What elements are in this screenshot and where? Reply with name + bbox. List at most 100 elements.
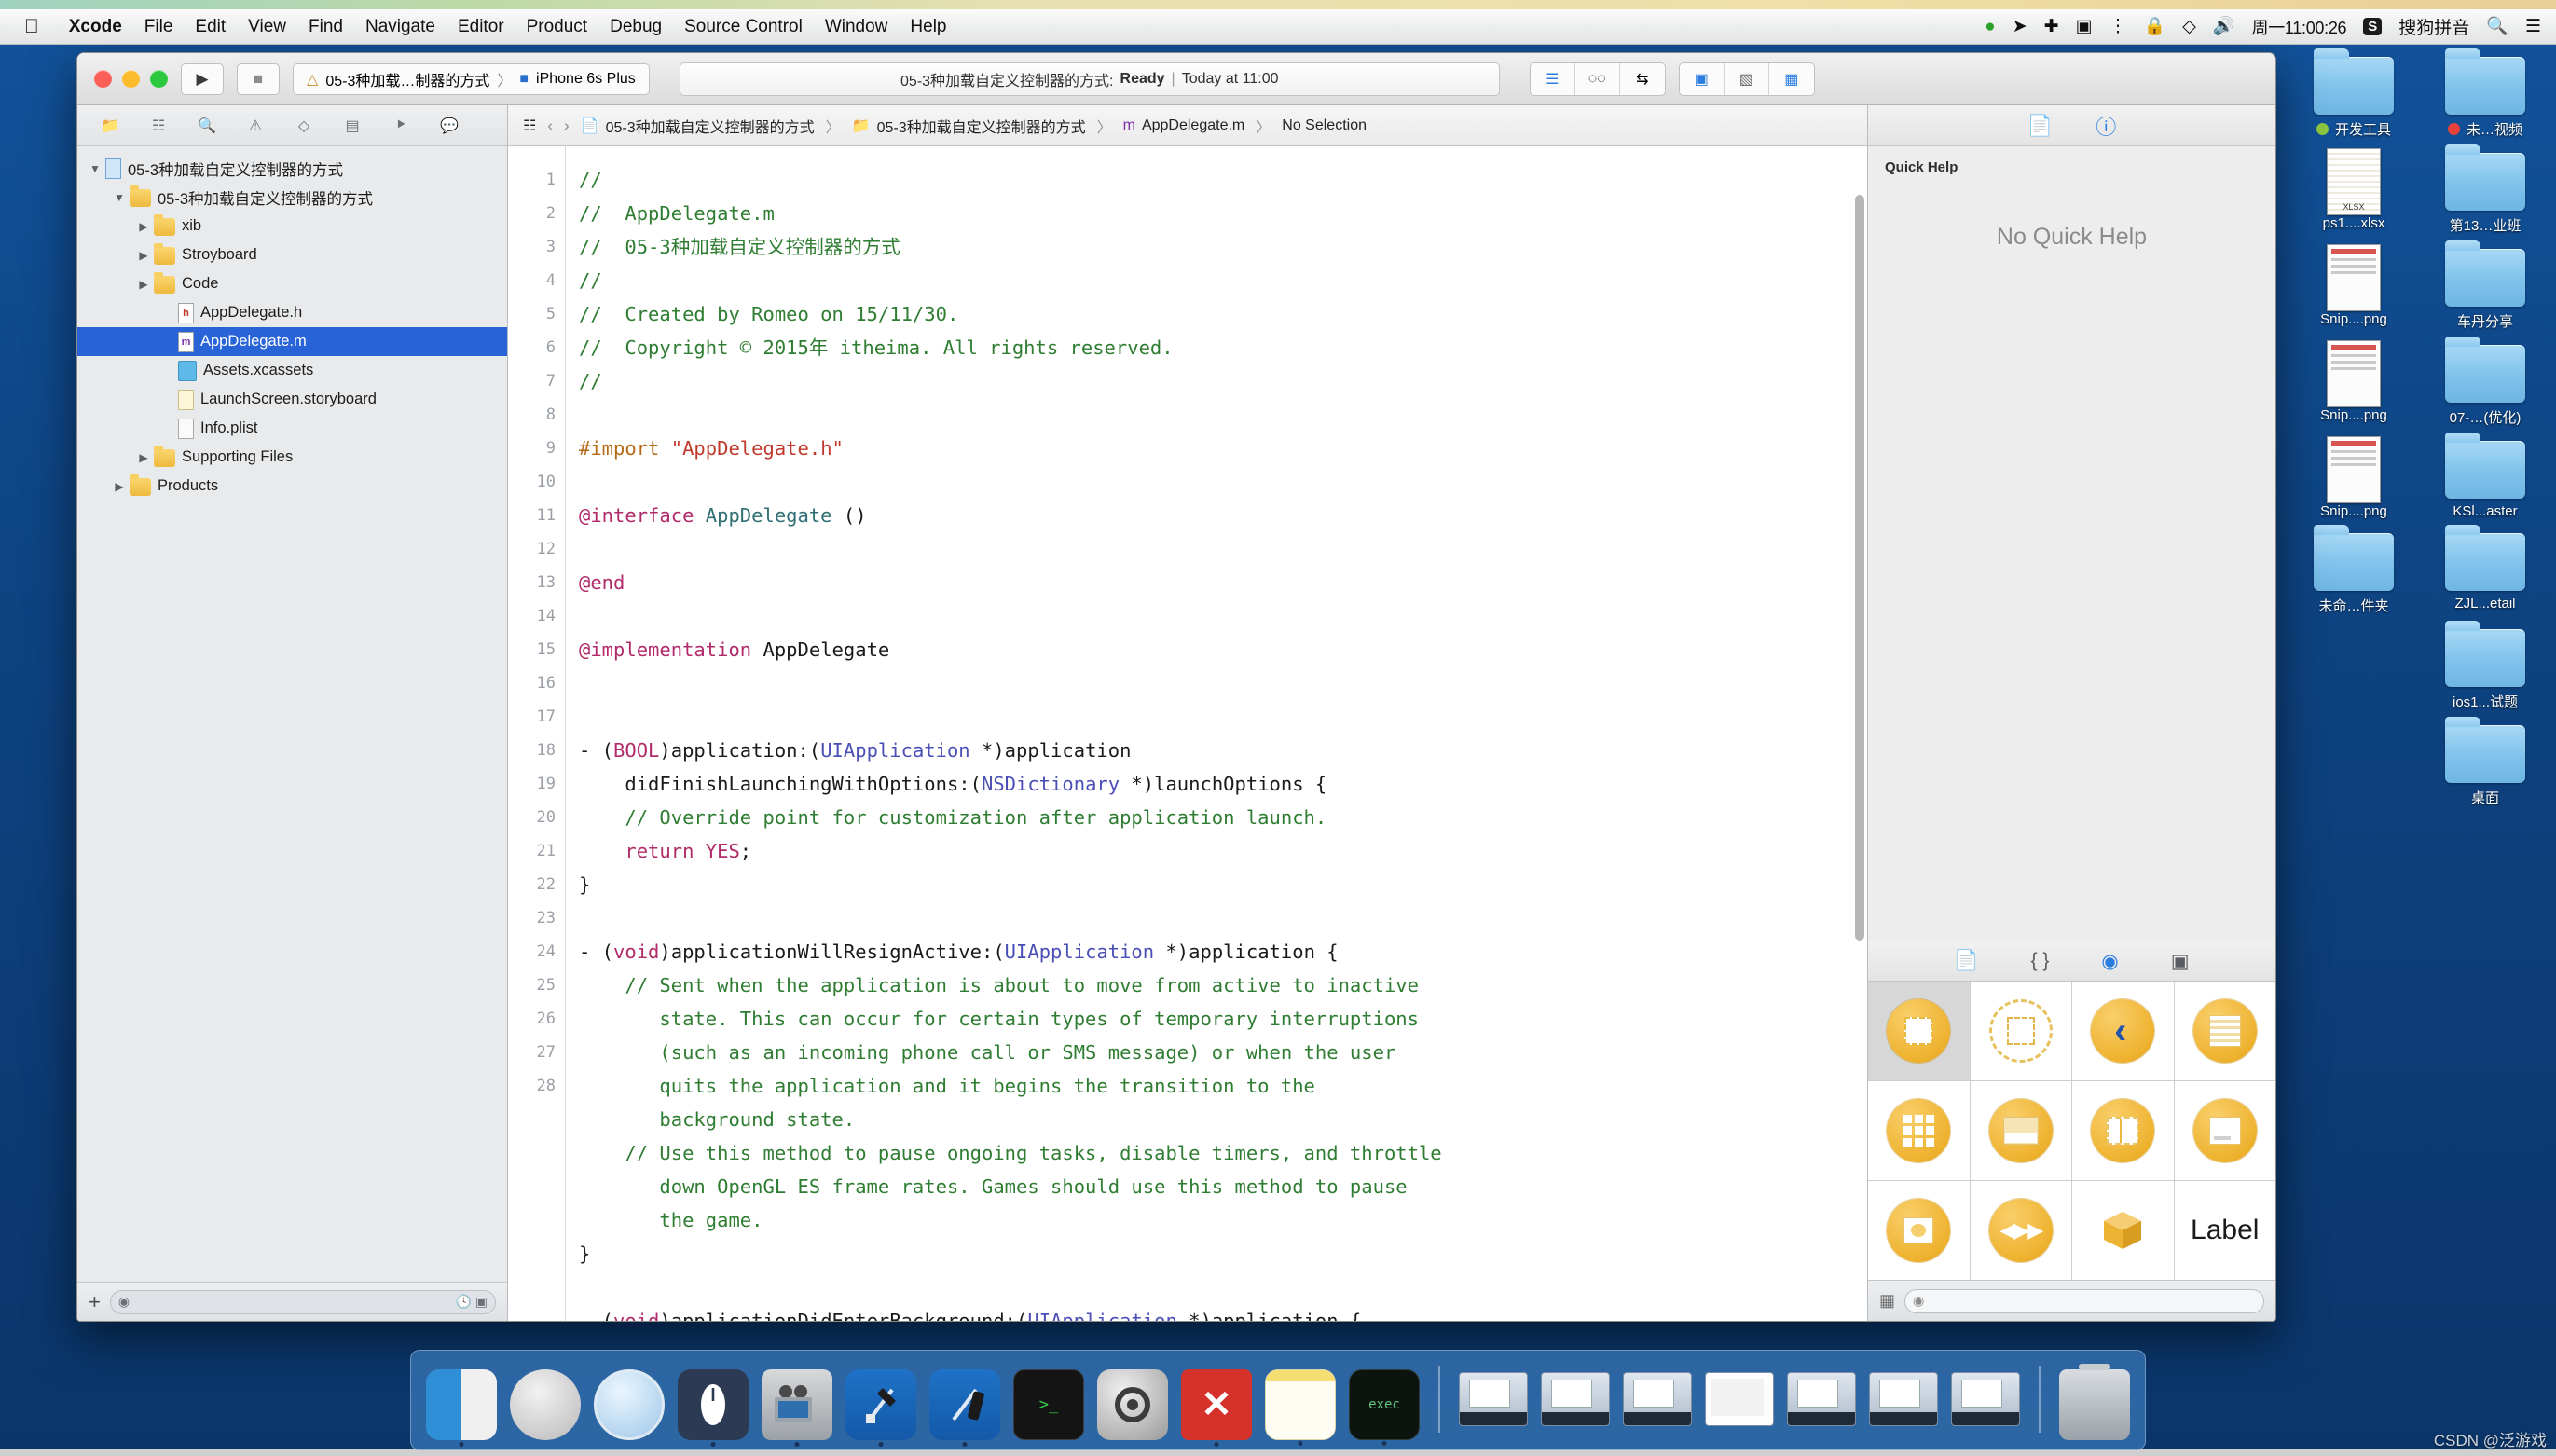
library-item-split-view-controller[interactable]	[2072, 1081, 2174, 1180]
find-navigator-icon[interactable]: 🔍	[195, 114, 219, 138]
utilities-toggle-icon[interactable]: ▦	[1769, 63, 1814, 95]
disclosure-triangle[interactable]: ▶	[133, 278, 154, 291]
apple-logo-icon[interactable]: 	[24, 16, 39, 38]
project-navigator-tree[interactable]: ▼ 05-3种加载自定义控制器的方式 ▼ 05-3种加载自定义控制器的方式 ▶ xib ▶ S…	[77, 146, 507, 1282]
back-button[interactable]: ‹	[547, 117, 553, 135]
navigator-row-11[interactable]: ▶ Products	[77, 472, 507, 501]
desktop-icon-3[interactable]: 第13…业班	[2423, 144, 2548, 235]
navigator-row-3[interactable]: ▶ Stroyboard	[77, 240, 507, 269]
code-snippet-library-icon[interactable]: { }	[2031, 950, 2050, 972]
dock-item-system-preferences[interactable]	[1097, 1369, 1168, 1440]
project-navigator-icon[interactable]: 📁	[98, 114, 122, 138]
menu-bar-clock[interactable]: 周一11:00:26	[2252, 15, 2347, 39]
navigator-row-0[interactable]: ▼ 05-3种加载自定义控制器的方式	[77, 154, 507, 183]
menu-item-help[interactable]: Help	[899, 17, 957, 37]
dock-item-xmind[interactable]: ✕	[1181, 1369, 1252, 1447]
navigator-row-7[interactable]: Assets.xcassets	[77, 356, 507, 385]
dock-item-trash[interactable]	[2059, 1369, 2130, 1440]
navigator-row-2[interactable]: ▶ xib	[77, 212, 507, 240]
disclosure-triangle[interactable]: ▶	[133, 451, 154, 464]
grid-layout-icon[interactable]: ▦	[1879, 1291, 1895, 1311]
desktop-icon-1[interactable]: 未…视频	[2423, 48, 2548, 139]
dock-item-notes[interactable]	[1265, 1369, 1336, 1446]
quick-help-inspector-icon[interactable]: ⓘ	[2096, 111, 2116, 141]
object-library-grid[interactable]: ‹ ◀▶▶ Label	[1868, 982, 2275, 1280]
dock-minimized-window-1[interactable]	[1459, 1372, 1528, 1426]
navigator-filter-input[interactable]: ◉ 🕓 ▣	[109, 1289, 496, 1314]
navigator-row-10[interactable]: ▶ Supporting Files	[77, 443, 507, 472]
dock-item-terminal[interactable]: >_	[1013, 1369, 1084, 1440]
minimize-window-button[interactable]	[122, 70, 140, 88]
input-method-badge[interactable]: S	[2363, 18, 2383, 35]
desktop-icon-4[interactable]: Snip....png	[2291, 240, 2416, 331]
media-library-icon[interactable]: ▣	[2171, 950, 2190, 973]
dock-item-safari[interactable]	[594, 1369, 665, 1440]
source-editor[interactable]: 1 2 3 4 5 6 7 8 9 10 11 12 13 14 15 16 17 18 19 20 21 22 23 24 2…	[508, 146, 1867, 1321]
screen-record-icon[interactable]: ▣	[2076, 18, 2093, 35]
dock-item-xcode[interactable]	[845, 1369, 916, 1447]
menu-item-xcode[interactable]: Xcode	[58, 17, 133, 37]
lock-icon[interactable]: 🔒	[2144, 18, 2166, 35]
desktop-icon-15[interactable]: 桌面	[2423, 717, 2548, 807]
menu-item-find[interactable]: Find	[297, 17, 354, 37]
library-item-tab-bar-controller[interactable]	[1970, 1081, 2071, 1180]
file-template-library-icon[interactable]: 📄	[1954, 950, 1978, 972]
breadcrumb-file[interactable]: m AppDelegate.m	[1123, 117, 1245, 134]
menu-item-edit[interactable]: Edit	[184, 17, 237, 37]
menu-item-navigate[interactable]: Navigate	[354, 17, 447, 37]
debug-navigator-icon[interactable]: ▤	[340, 114, 364, 138]
dock-item-launchpad[interactable]	[510, 1369, 581, 1440]
navigator-row-5[interactable]: h AppDelegate.h	[77, 298, 507, 327]
desktop-icon-11[interactable]: ZJL...etail	[2423, 525, 2548, 615]
breadcrumb-group[interactable]: 📁 05-3种加载自定义控制器的方式	[852, 115, 1086, 137]
desktop-icon-13[interactable]: ios1...试题	[2423, 621, 2548, 711]
dock-minimized-window-3[interactable]	[1623, 1372, 1692, 1426]
source-code-text[interactable]: // // AppDelegate.m // 05-3种加载自定义控制器的方式 // /…	[566, 146, 1867, 1321]
forward-button[interactable]: ›	[564, 117, 570, 135]
assistant-editor-icon[interactable]: ◌◌	[1575, 62, 1620, 95]
related-items-icon[interactable]: ☷	[523, 117, 536, 135]
version-editor-icon[interactable]: ⇆	[1620, 63, 1665, 95]
editor-vertical-scrollbar[interactable]	[1855, 195, 1864, 941]
dock-minimized-window-5[interactable]	[1787, 1372, 1856, 1426]
location-arrow-icon[interactable]: ➤	[2013, 18, 2027, 35]
navigator-row-4[interactable]: ▶ Code	[77, 269, 507, 298]
disclosure-triangle[interactable]: ▶	[109, 480, 130, 493]
dock-item-mouse-utility[interactable]	[678, 1369, 749, 1447]
file-inspector-icon[interactable]: 📄	[2027, 114, 2053, 138]
menu-item-source-control[interactable]: Source Control	[673, 17, 814, 37]
navigator-row-8[interactable]: LaunchScreen.storyboard	[77, 385, 507, 414]
dock-minimized-window-7[interactable]	[1951, 1372, 2020, 1426]
menu-item-window[interactable]: Window	[814, 17, 900, 37]
disclosure-triangle[interactable]: ▼	[109, 191, 130, 204]
report-navigator-icon[interactable]: 💬	[437, 114, 461, 138]
library-filter-input[interactable]: ◉	[1904, 1288, 2264, 1313]
volume-icon[interactable]: 🔊	[2213, 18, 2235, 35]
desktop-icon-8[interactable]: Snip....png	[2291, 433, 2416, 519]
library-item-page-view-controller[interactable]	[2174, 1081, 2275, 1180]
navigator-row-1[interactable]: ▼ 05-3种加载自定义控制器的方式	[77, 183, 507, 212]
close-window-button[interactable]	[94, 70, 112, 88]
vpn-shield-icon[interactable]: ◇	[2182, 18, 2196, 35]
library-item-av-player[interactable]: ◀▶▶	[1970, 1181, 2071, 1280]
object-library-icon[interactable]: ◉	[2101, 950, 2118, 973]
input-method-label[interactable]: 搜狗拼音	[2398, 14, 2469, 39]
dock-item-xcode-beta[interactable]	[929, 1369, 1000, 1447]
navigator-row-6[interactable]: m AppDelegate.m	[77, 327, 507, 356]
disclosure-triangle[interactable]: ▶	[133, 220, 154, 233]
breadcrumb-project[interactable]: 📄 05-3种加载自定义控制器的方式	[581, 115, 815, 137]
menu-item-view[interactable]: View	[237, 17, 297, 37]
menu-item-debug[interactable]: Debug	[598, 17, 673, 37]
desktop-icon-10[interactable]: 未命…件夹	[2291, 525, 2416, 615]
sound-wave-icon[interactable]: ⋮	[2109, 18, 2127, 35]
symbol-navigator-icon[interactable]: ☷	[146, 114, 171, 138]
library-item-image-view-controller[interactable]	[1868, 1181, 1970, 1280]
navigator-toggle-icon[interactable]: ▣	[1680, 62, 1725, 95]
menu-item-editor[interactable]: Editor	[447, 17, 515, 37]
library-item-navigation-controller[interactable]: ‹	[2072, 982, 2174, 1080]
breakpoint-navigator-icon[interactable]: ⯈	[389, 114, 413, 138]
breadcrumb-selection[interactable]: No Selection	[1282, 117, 1367, 134]
disclosure-triangle[interactable]: ▶	[133, 249, 154, 262]
dock-minimized-window-2[interactable]	[1541, 1372, 1610, 1426]
zoom-window-button[interactable]	[150, 70, 168, 88]
